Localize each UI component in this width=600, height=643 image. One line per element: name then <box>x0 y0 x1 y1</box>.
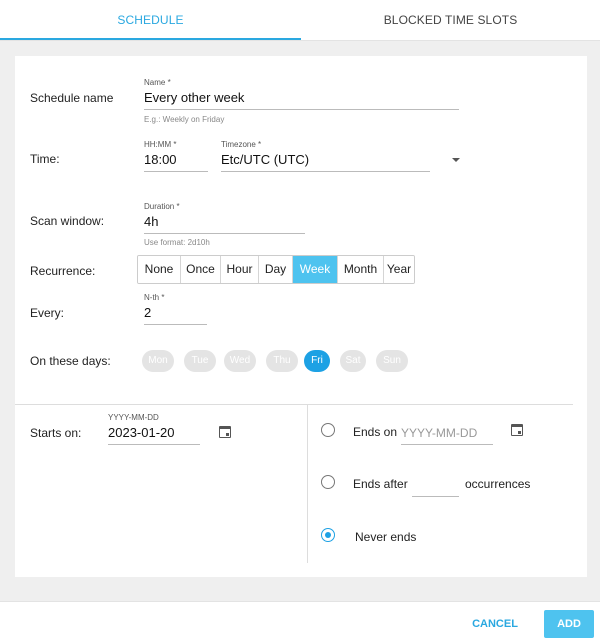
day-sat-chip[interactable]: Sat <box>340 350 366 372</box>
calendar-icon[interactable] <box>511 424 523 436</box>
recurrence-month-button[interactable]: Month <box>338 256 384 283</box>
occurrences-input[interactable] <box>412 475 459 497</box>
every-nth-input[interactable]: 2 <box>144 303 207 325</box>
time-field-label: HH:MM * <box>144 140 177 149</box>
starts-on-field-label: YYYY-MM-DD <box>108 413 159 422</box>
add-button[interactable]: ADD <box>544 610 594 638</box>
starts-on-date-input[interactable]: 2023-01-20 <box>108 423 200 445</box>
ends-on-label: Ends on <box>353 425 398 439</box>
recurrence-year-button[interactable]: Year <box>384 256 414 283</box>
tab-blocked-time-slots[interactable]: BLOCKED TIME SLOTS <box>301 0 600 40</box>
section-divider <box>15 404 573 405</box>
nth-field-label: N-th * <box>144 293 165 302</box>
day-sun-chip[interactable]: Sun <box>376 350 408 372</box>
dialog-footer: CANCEL ADD <box>0 601 600 643</box>
duration-hint: Use format: 2d10h <box>144 238 210 247</box>
never-ends-radio[interactable] <box>321 528 335 542</box>
every-label: Every: <box>30 306 65 320</box>
on-these-days-label: On these days: <box>30 354 111 368</box>
schedule-name-input[interactable]: Every other week <box>144 88 459 110</box>
ends-after-label: Ends after <box>353 477 408 491</box>
timezone-field-label: Timezone * <box>221 140 262 149</box>
ends-on-radio[interactable] <box>321 423 335 437</box>
recurrence-week-button[interactable]: Week <box>293 256 338 283</box>
schedule-form-card: Schedule name Name * Every other week E.… <box>15 56 587 577</box>
cancel-button[interactable]: CANCEL <box>466 612 524 636</box>
schedule-name-label: Schedule name <box>30 91 114 105</box>
tab-bar: SCHEDULE BLOCKED TIME SLOTS <box>0 0 600 41</box>
chevron-down-icon[interactable] <box>452 158 460 162</box>
duration-input[interactable]: 4h <box>144 212 305 234</box>
schedule-name-hint: E.g.: Weekly on Friday <box>144 115 225 124</box>
recurrence-hour-button[interactable]: Hour <box>221 256 259 283</box>
timezone-select[interactable]: Etc/UTC (UTC) <box>221 150 430 172</box>
recurrence-label: Recurrence: <box>30 264 96 278</box>
duration-field-label: Duration * <box>144 202 180 211</box>
day-tue-chip[interactable]: Tue <box>184 350 216 372</box>
never-ends-label: Never ends <box>355 530 417 544</box>
recurrence-day-button[interactable]: Day <box>259 256 293 283</box>
ends-on-date-input[interactable]: YYYY-MM-DD <box>401 423 493 445</box>
recurrence-none-button[interactable]: None <box>138 256 181 283</box>
calendar-icon[interactable] <box>219 426 231 438</box>
time-label: Time: <box>30 152 60 166</box>
ends-after-radio[interactable] <box>321 475 335 489</box>
day-wed-chip[interactable]: Wed <box>224 350 256 372</box>
time-input[interactable]: 18:00 <box>144 150 208 172</box>
name-field-label: Name * <box>144 78 171 87</box>
day-mon-chip[interactable]: Mon <box>142 350 174 372</box>
starts-on-label: Starts on: <box>30 426 82 440</box>
column-divider <box>307 405 308 563</box>
scan-window-label: Scan window: <box>30 214 105 228</box>
day-thu-chip[interactable]: Thu <box>266 350 298 372</box>
recurrence-once-button[interactable]: Once <box>181 256 221 283</box>
recurrence-segmented-control: None Once Hour Day Week Month Year <box>137 255 415 284</box>
occurrences-label: occurrences <box>465 477 531 491</box>
tab-schedule[interactable]: SCHEDULE <box>0 0 301 40</box>
day-fri-chip[interactable]: Fri <box>304 350 330 372</box>
